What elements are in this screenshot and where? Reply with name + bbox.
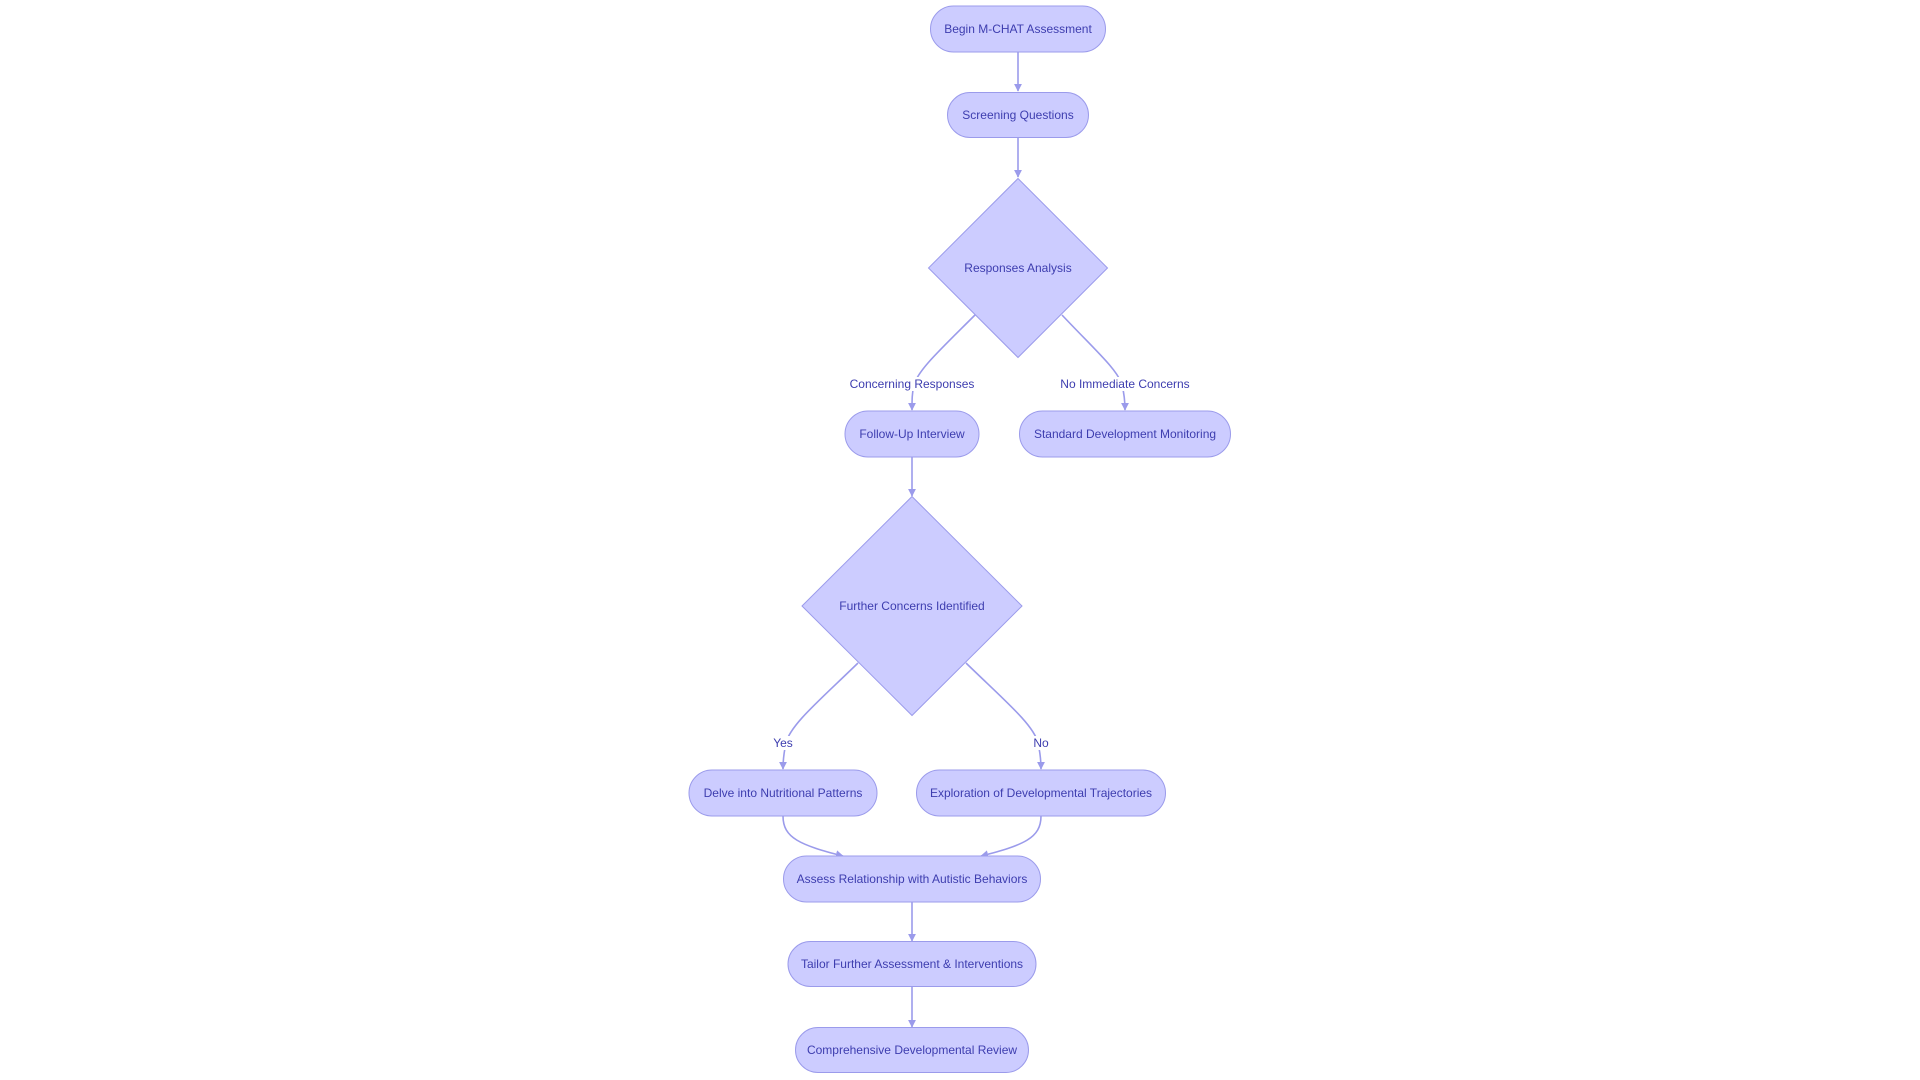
node-label: Tailor Further Assessment & Intervention… <box>801 957 1023 971</box>
edge-label: No Immediate Concerns <box>1060 377 1189 391</box>
nodes-layer: Begin M-CHAT Assessment Screening Questio… <box>688 5 1231 1073</box>
node-label: Screening Questions <box>962 108 1073 122</box>
edge-delve-to-assess <box>782 815 844 859</box>
edge-label: Concerning Responses <box>850 377 975 391</box>
node-label: Exploration of Developmental Trajectorie… <box>930 786 1152 800</box>
node-standard[interactable]: Standard Development Monitoring <box>1019 410 1231 458</box>
node-assess[interactable]: Assess Relationship with Autistic Behavi… <box>783 855 1041 903</box>
node-review[interactable]: Comprehensive Developmental Review <box>795 1027 1029 1073</box>
edge-analysis-to-followup <box>908 314 976 411</box>
node-label: Assess Relationship with Autistic Behavi… <box>797 872 1028 886</box>
node-further[interactable]: Further Concerns Identified <box>801 495 1023 717</box>
flowchart-canvas: Begin M-CHAT Assessment Screening Questio… <box>688 5 1231 1073</box>
node-screening[interactable]: Screening Questions <box>947 92 1089 138</box>
node-analysis[interactable]: Responses Analysis <box>927 177 1109 359</box>
node-label: Standard Development Monitoring <box>1034 427 1216 441</box>
node-label: Begin M-CHAT Assessment <box>944 22 1092 36</box>
edge-further-to-exploration <box>965 662 1045 770</box>
edge-further-to-delve <box>779 662 859 770</box>
node-label: Follow-Up Interview <box>859 427 965 441</box>
node-label: Comprehensive Developmental Review <box>807 1043 1017 1057</box>
node-followup[interactable]: Follow-Up Interview <box>844 410 980 458</box>
node-label: Further Concerns Identified <box>839 599 984 613</box>
node-begin[interactable]: Begin M-CHAT Assessment <box>930 5 1106 53</box>
edge-exploration-to-assess <box>980 815 1042 859</box>
node-delve[interactable]: Delve into Nutritional Patterns <box>688 769 878 817</box>
node-tailor[interactable]: Tailor Further Assessment & Intervention… <box>787 941 1037 987</box>
node-exploration[interactable]: Exploration of Developmental Trajectorie… <box>916 769 1166 817</box>
edge-analysis-to-standard <box>1061 314 1129 411</box>
node-label: Delve into Nutritional Patterns <box>704 786 863 800</box>
edge-label: No <box>1033 736 1049 750</box>
node-label: Responses Analysis <box>964 261 1071 275</box>
edge-label: Yes <box>773 736 793 750</box>
